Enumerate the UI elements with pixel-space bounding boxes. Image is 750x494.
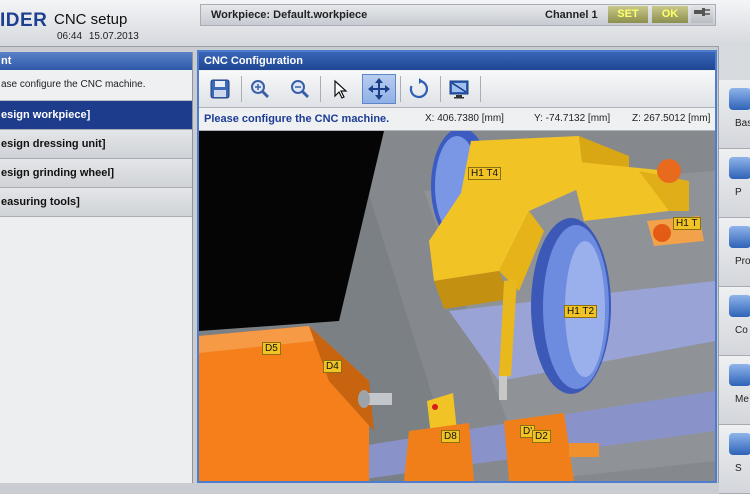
menu-item-design-grinding-wheel[interactable]: esign grinding wheel] xyxy=(0,159,192,188)
y-coordinate: Y: -74.7132 [mm] xyxy=(534,113,611,124)
cnc-configuration-window: CNC Configuration Please configure the C… xyxy=(197,50,717,483)
app-title: CNC setup xyxy=(54,11,128,28)
menu-item-design-dressing-unit[interactable]: esign dressing unit] xyxy=(0,130,192,159)
nav-label-co: Co xyxy=(735,325,748,336)
nav-label-program: Prog xyxy=(735,256,750,267)
nav-label-p: P xyxy=(735,187,742,198)
toolbar xyxy=(199,71,715,108)
zoom-out-icon[interactable] xyxy=(283,74,317,104)
basic-icon xyxy=(729,88,750,110)
left-panel-info: ase configure the CNC machine. xyxy=(0,70,192,101)
label-h1-t2: H1 T2 xyxy=(564,305,598,318)
3d-viewport[interactable]: H1 T4 H1 T2 H1 T D5 D4 D8 D' D2 xyxy=(199,131,715,481)
left-panel-title: nt xyxy=(0,52,192,70)
rotate-icon[interactable] xyxy=(402,74,436,104)
brand-logo: IDER xyxy=(0,10,48,31)
nav-button-s[interactable]: S xyxy=(719,425,750,494)
p-icon xyxy=(729,157,750,179)
channel-label: Channel 1 xyxy=(545,9,598,21)
me-icon xyxy=(729,364,750,386)
set-button[interactable]: SET xyxy=(608,6,648,23)
monitor-icon[interactable] xyxy=(442,74,476,104)
menu-item-measuring-tools[interactable]: easuring tools] xyxy=(0,188,192,217)
move-icon[interactable] xyxy=(362,74,396,104)
label-h1-t4: H1 T4 xyxy=(468,167,502,180)
label-d4: D4 xyxy=(323,360,342,373)
nav-button-me[interactable]: Me xyxy=(719,356,750,425)
nav-label-me: Me xyxy=(735,394,749,405)
status-bar: Please configure the CNC machine. X: 406… xyxy=(199,108,715,131)
menu-item-design-workpiece[interactable]: esign workpiece] xyxy=(0,101,192,130)
nav-button-basic[interactable]: Bas xyxy=(719,80,750,149)
right-nav-strip: Bas P Prog Co Me S xyxy=(718,46,750,494)
save-icon[interactable] xyxy=(203,74,237,104)
nav-button-p[interactable]: P xyxy=(719,149,750,218)
plug-icon[interactable] xyxy=(691,6,713,23)
nav-button-program[interactable]: Prog xyxy=(719,218,750,287)
datetime: 06:44 15.07.2013 xyxy=(57,31,139,42)
clock-time: 06:44 xyxy=(57,31,83,42)
s-icon xyxy=(729,433,750,455)
workpiece-label: Workpiece: Default.workpiece xyxy=(211,9,368,21)
ok-button[interactable]: OK xyxy=(652,6,688,23)
window-title: CNC Configuration xyxy=(199,52,715,70)
z-coordinate: Z: 267.5012 [mm] xyxy=(632,113,711,124)
label-d8: D8 xyxy=(441,430,460,443)
status-message: Please configure the CNC machine. xyxy=(204,113,390,125)
workpiece-bar: Workpiece: Default.workpiece Channel 1 S… xyxy=(200,4,716,26)
program-icon xyxy=(729,226,750,248)
pointer-icon[interactable] xyxy=(323,74,357,104)
co-icon xyxy=(729,295,750,317)
app-header: IDER CNC setup 06:44 15.07.2013 Workpiec… xyxy=(0,0,750,47)
x-coordinate: X: 406.7380 [mm] xyxy=(425,113,504,124)
label-d2: D2 xyxy=(532,430,551,443)
machine-scene xyxy=(199,131,715,481)
label-d5: D5 xyxy=(262,342,281,355)
label-h1-t1: H1 T xyxy=(673,217,701,230)
nav-label-basic: Bas xyxy=(735,118,750,129)
left-panel: nt ase configure the CNC machine. esign … xyxy=(0,52,193,483)
nav-label-s: S xyxy=(735,463,742,474)
nav-button-co[interactable]: Co xyxy=(719,287,750,356)
zoom-in-icon[interactable] xyxy=(243,74,277,104)
clock-date: 15.07.2013 xyxy=(88,31,139,42)
